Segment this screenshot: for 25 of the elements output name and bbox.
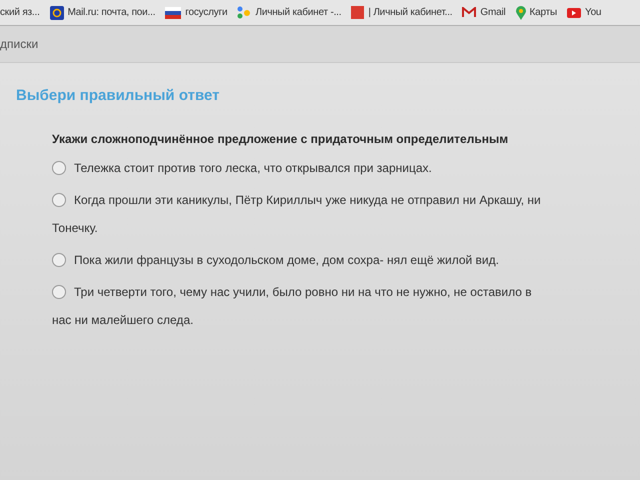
square-icon xyxy=(351,6,364,19)
section-heading: Выбери правильный ответ xyxy=(16,86,220,106)
mail-icon xyxy=(462,7,476,18)
nav-link[interactable]: дписки xyxy=(0,37,38,51)
bookmark[interactable]: | Личный кабинет... xyxy=(351,5,452,20)
radio-button[interactable] xyxy=(52,161,66,176)
answer-option[interactable]: Тележка стоит против того леска, что открывался при зарницах. xyxy=(52,154,552,182)
radio-button[interactable] xyxy=(52,253,66,268)
map-pin-icon xyxy=(516,6,526,20)
dots-icon xyxy=(237,6,252,20)
bookmark[interactable]: Личный кабинет -... xyxy=(237,5,342,20)
answer-option[interactable]: Когда прошли эти каникулы, Пётр Кириллыч уже никуда не отправил ни Аркашу, ни Тонечку. xyxy=(52,186,552,242)
radio-button[interactable] xyxy=(52,193,66,208)
bookmark[interactable]: Gmail xyxy=(462,5,506,20)
bookmark[interactable]: Карты xyxy=(516,5,558,20)
flag-icon xyxy=(165,6,182,18)
question-text: Укажи сложноподчинённое предложение с придаточным определительным xyxy=(52,130,510,148)
bookmark[interactable]: Mail.ru: почта, пои... xyxy=(50,5,156,20)
bookmark[interactable]: You xyxy=(567,5,602,20)
answer-option[interactable]: Три четверти того, чему нас учили, было ровно ни на что не нужно, не оставило в нас ни малейшего следа. xyxy=(52,278,552,334)
answer-option[interactable]: Пока жили французы в суходольском доме, дом сохра- нял ещё жилой вид. xyxy=(52,246,552,274)
bookmark[interactable]: ский яз... xyxy=(0,5,40,20)
bookmark[interactable]: госуслуги xyxy=(165,5,228,20)
play-icon xyxy=(567,8,582,18)
radio-button[interactable] xyxy=(52,285,66,300)
